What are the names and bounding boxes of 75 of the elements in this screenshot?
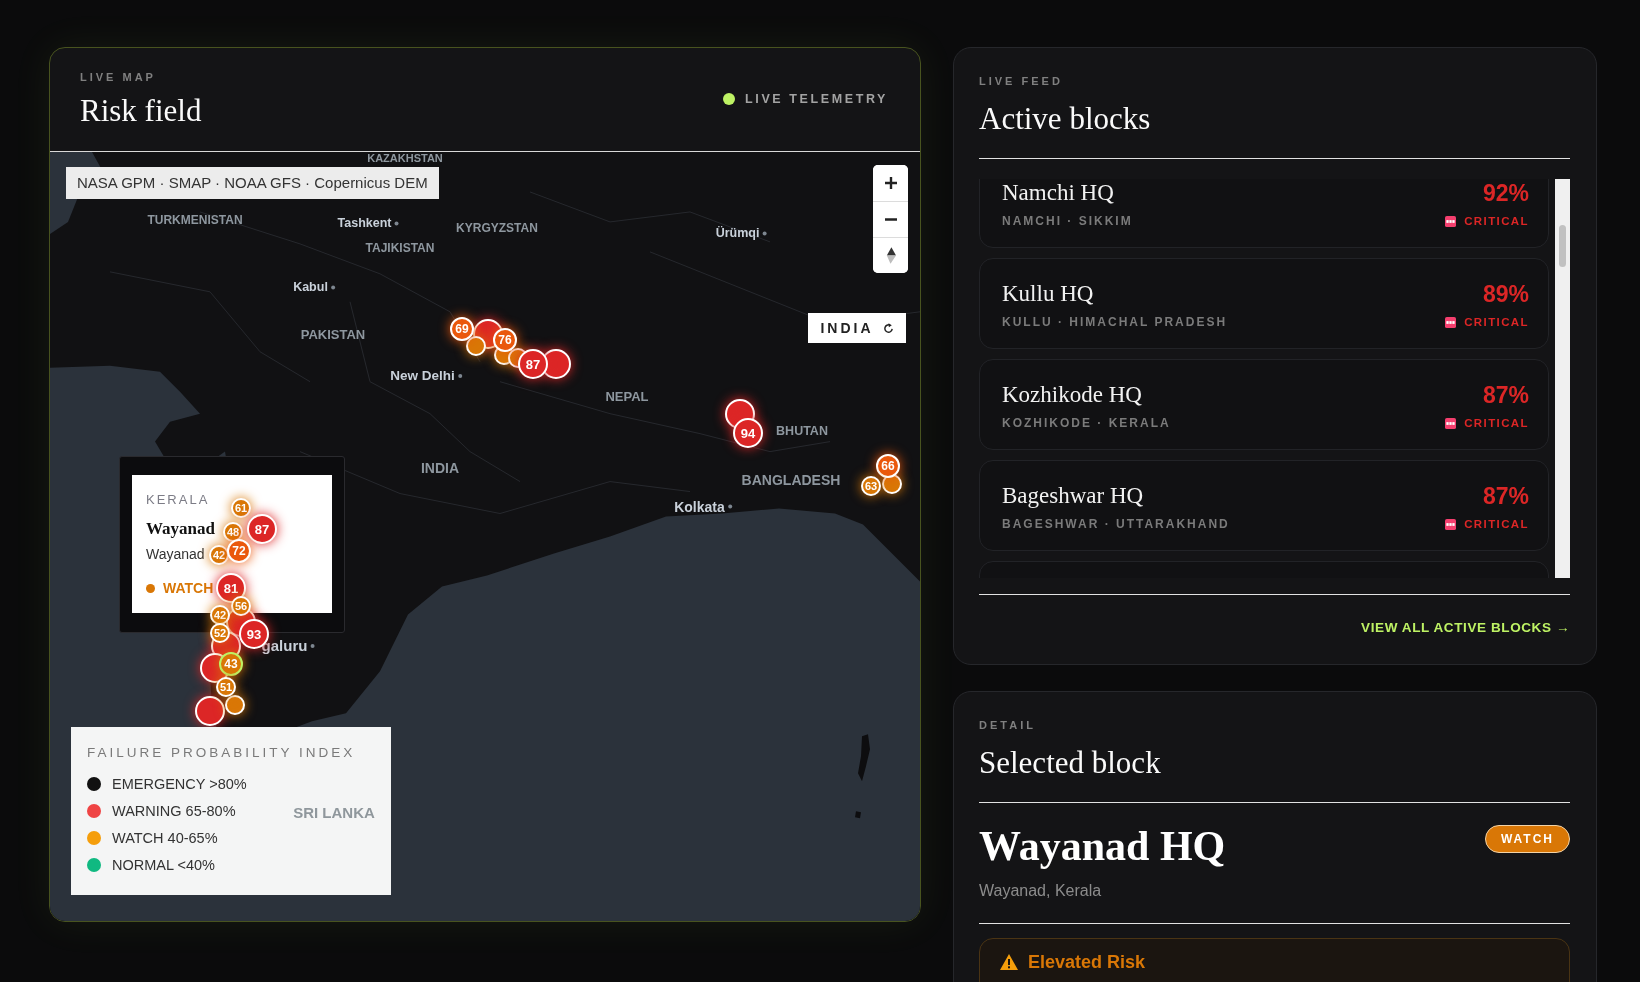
block-name: Bageshwar HQ [1002, 483, 1145, 509]
compass-button[interactable] [873, 237, 908, 273]
sos-icon [1445, 518, 1457, 530]
city-dot-icon [762, 231, 767, 235]
status-label: CRITICAL [1464, 214, 1529, 228]
minus-icon [883, 218, 898, 221]
panel-eyebrow: DETAIL [979, 718, 1037, 732]
city-dot-icon [727, 505, 732, 509]
legend-label: NORMAL <40% [112, 856, 215, 873]
city-dot-icon [457, 374, 462, 378]
sos-icon [1445, 417, 1457, 429]
city-label: Kabul [293, 279, 328, 295]
block-name: Kullu HQ [1002, 281, 1095, 307]
legend-label: WATCH 40-65% [112, 829, 218, 846]
country-label: TAJIKISTAN [365, 240, 435, 256]
status-badge: WATCH [1484, 825, 1570, 853]
risk-percent: 92% [1482, 180, 1529, 206]
country-label: KAZAKHSTAN [367, 152, 443, 166]
block-location: BAGESHWAR · UTTARAKHAND [1002, 517, 1230, 531]
block-location: NAMCHI · SIKKIM [1002, 214, 1133, 228]
attribution-label: NASA GPM · SMAP · NOAA GFS · Copernicus DEM [66, 167, 439, 199]
block-card[interactable]: Namchi HQ NAMCHI · SIKKIM 92% CRITICAL [979, 179, 1549, 248]
panel-title: Selected block [979, 745, 1162, 781]
plus-icon [883, 176, 898, 190]
city-dot-icon [330, 285, 335, 289]
status-label: CRITICAL [1464, 517, 1529, 531]
panel-eyebrow: LIVE MAP [80, 70, 157, 84]
sos-icon [1445, 215, 1457, 227]
block-title: Wayanad HQ [979, 823, 1226, 869]
country-label: KYRGYZSTAN [456, 220, 538, 236]
block-card[interactable]: Kozhikode HQ KOZHIKODE · KERALA 87% CRITICAL [979, 359, 1549, 450]
status-label: CRITICAL [1464, 416, 1529, 430]
warning-icon [1000, 954, 1018, 970]
legend-label: WARNING 65-80% [112, 802, 236, 819]
city-label: Kolkata [674, 498, 725, 516]
legend-label: EMERGENCY >80% [112, 775, 247, 792]
legend-title: FAILURE PROBABILITY INDEX [87, 744, 357, 762]
country-label: BHUTAN [776, 423, 828, 439]
country-label: TURKMENISTAN [147, 212, 243, 228]
city-label: Ürümqi [715, 225, 760, 241]
block-card[interactable]: Bageshwar HQ BAGESHWAR · UTTARAKHAND 87% CRITICAL [979, 460, 1549, 551]
popup-subtitle: Wayanad [146, 545, 205, 563]
country-label: BANGLADESH [741, 471, 841, 489]
popup-region: KERALA [146, 491, 210, 509]
country-label: INDIA [420, 459, 460, 477]
alert-title: Elevated Risk [1028, 951, 1146, 973]
popup-status: WATCH [163, 579, 214, 597]
block-name: Kozhikode HQ [1002, 382, 1143, 408]
city-label: Tashkent [337, 215, 392, 231]
risk-percent: 87% [1482, 382, 1529, 408]
block-card[interactable]: Kullu HQ KULLU · HIMACHAL PRADESH 89% CRITICAL [979, 258, 1549, 349]
country-label: SRI LANKA [293, 804, 375, 822]
risk-percent: 87% [1482, 483, 1529, 509]
view-all-link[interactable]: VIEW ALL ACTIVE BLOCKS → [1361, 620, 1570, 636]
block-location: KOZHIKODE · KERALA [1002, 416, 1171, 430]
panel-title: Active blocks [979, 101, 1152, 137]
block-location: KULLU · HIMACHAL PRADESH [1002, 315, 1228, 329]
panel-title: Risk field [80, 93, 202, 129]
country-label: PAKISTAN [300, 327, 366, 343]
scrollbar-thumb[interactable] [1559, 225, 1566, 267]
city-dot-icon [310, 644, 315, 648]
compass-icon [885, 247, 896, 264]
popup-title: Wayanad [146, 519, 215, 539]
status-label: CRITICAL [1464, 315, 1529, 329]
country-label: NEPAL [605, 389, 649, 405]
city-dot-icon [394, 221, 399, 225]
sos-icon [1445, 316, 1457, 328]
region-button[interactable]: INDIA [808, 313, 906, 343]
reset-icon [882, 322, 894, 334]
telemetry-label: LIVE TELEMETRY [745, 91, 888, 107]
city-label: New Delhi [390, 367, 455, 385]
risk-percent: 89% [1482, 281, 1529, 307]
panel-eyebrow: LIVE FEED [979, 74, 1064, 88]
block-location: Wayanad, Kerala [979, 881, 1103, 901]
block-name: Namchi HQ [1002, 180, 1115, 206]
